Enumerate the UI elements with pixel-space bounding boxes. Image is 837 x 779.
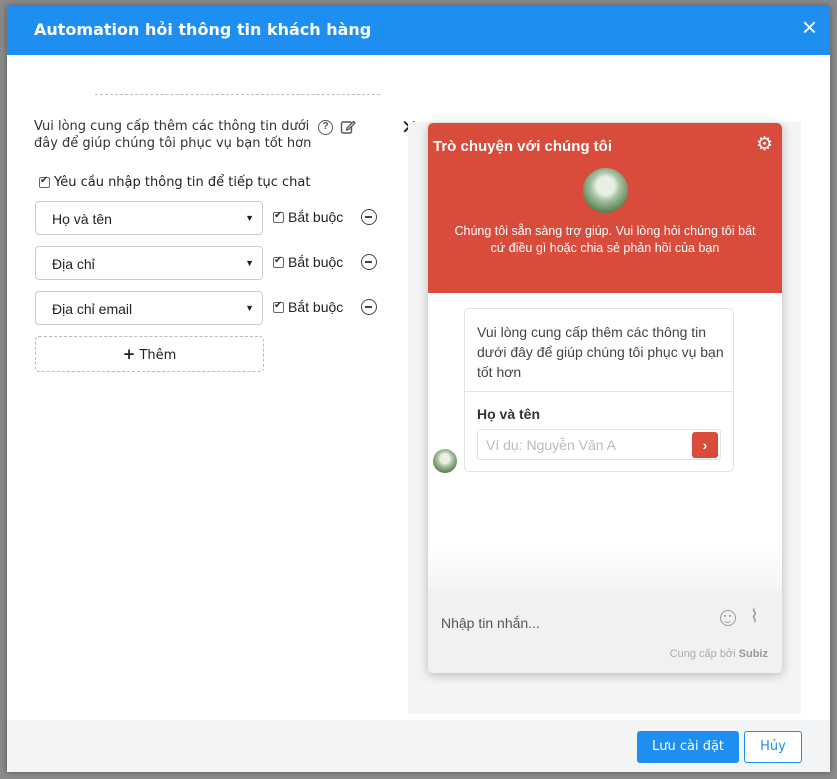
message-avatar	[433, 449, 457, 473]
required-checkbox[interactable]: Bắt buộc	[273, 209, 343, 225]
field-select-value: Họ và tên	[52, 211, 112, 227]
widget-title: Trò chuyện với chúng tôi	[433, 138, 613, 155]
dialog-header: Automation hỏi thông tin khách hàng ×	[7, 6, 830, 55]
caret-down-icon: ▼	[245, 213, 254, 223]
card-message: Vui lòng cung cấp thêm các thông tin dướ…	[477, 324, 724, 380]
divider	[95, 94, 380, 95]
checkbox-icon[interactable]	[39, 175, 50, 188]
field-row: Họ và tên ▼ Bắt buộc	[35, 201, 395, 235]
send-arrow-icon[interactable]: ›	[692, 432, 718, 458]
add-field-label: Thêm	[139, 348, 177, 363]
field-select[interactable]: Họ và tên ▼	[35, 201, 263, 235]
message-input[interactable]: Nhập tin nhắn...	[441, 615, 540, 631]
field-select-value: Địa chỉ email	[52, 301, 133, 317]
required-checkbox[interactable]: Bắt buộc	[273, 299, 343, 315]
caret-down-icon: ▼	[245, 258, 254, 268]
widget-subtitle: Chúng tôi sẵn sàng trợ giúp. Vui lòng hỏ…	[454, 224, 756, 255]
checkbox-icon[interactable]	[273, 210, 284, 223]
required-checkbox[interactable]: Bắt buộc	[273, 254, 343, 270]
require-info-checkbox[interactable]: Yêu cầu nhập thông tin để tiếp tục chat	[39, 175, 310, 190]
require-info-label: Yêu cầu nhập thông tin để tiếp tục chat	[54, 175, 311, 190]
message-composer: Nhập tin nhắn... ⌇ Cung cấp bởi Subiz	[428, 588, 782, 673]
attachment-icon[interactable]: ⌇	[750, 606, 759, 627]
card-field-label: Họ và tên	[477, 406, 541, 422]
required-label: Bắt buộc	[288, 209, 344, 225]
info-request-card: Vui lòng cung cấp thêm các thông tin dướ…	[464, 308, 734, 472]
agent-avatar	[583, 168, 628, 213]
field-select-value: Địa chỉ	[52, 256, 95, 272]
add-field-button[interactable]: + Thêm	[35, 336, 264, 372]
checkbox-icon[interactable]	[273, 300, 284, 313]
field-select[interactable]: Địa chỉ ▼	[35, 246, 263, 280]
required-label: Bắt buộc	[288, 299, 344, 315]
field-select[interactable]: Địa chỉ email ▼	[35, 291, 263, 325]
name-input[interactable]: Ví dụ: Nguyễn Văn A	[477, 429, 721, 460]
checkbox-icon[interactable]	[273, 255, 284, 268]
dialog-title: Automation hỏi thông tin khách hàng	[34, 20, 372, 39]
intro-text[interactable]: Vui lòng cung cấp thêm các thông tin dướ…	[34, 118, 314, 152]
gear-icon[interactable]: ⚙	[756, 133, 773, 156]
edit-icon[interactable]	[340, 119, 356, 135]
chat-widget-preview: Trò chuyện với chúng tôi ⚙ Chúng tôi sẵn…	[428, 123, 782, 673]
help-icon[interactable]: ?	[318, 120, 333, 135]
emoji-icon[interactable]	[720, 610, 736, 626]
cancel-button[interactable]: Hủy	[744, 731, 802, 763]
automation-dialog: Automation hỏi thông tin khách hàng × Vu…	[7, 6, 830, 772]
remove-field-icon[interactable]	[361, 254, 377, 270]
save-button[interactable]: Lưu cài đặt	[637, 731, 739, 763]
required-label: Bắt buộc	[288, 254, 344, 270]
field-row: Địa chỉ email ▼ Bắt buộc	[35, 291, 395, 325]
powered-prefix: Cung cấp bởi	[669, 648, 736, 660]
powered-by: Cung cấp bởi Subiz	[670, 648, 768, 660]
close-icon[interactable]: ×	[802, 14, 817, 40]
dialog-footer: Lưu cài đặt Hủy	[7, 720, 830, 772]
widget-header: Trò chuyện với chúng tôi ⚙ Chúng tôi sẵn…	[428, 123, 782, 293]
card-divider	[465, 391, 733, 392]
widget-conversation: Vui lòng cung cấp thêm các thông tin dướ…	[428, 293, 782, 588]
remove-field-icon[interactable]	[361, 209, 377, 225]
remove-field-icon[interactable]	[361, 299, 377, 315]
powered-brand: Subiz	[738, 648, 768, 660]
caret-down-icon: ▼	[245, 303, 254, 313]
plus-icon: +	[122, 345, 136, 363]
field-row: Địa chỉ ▼ Bắt buộc	[35, 246, 395, 280]
